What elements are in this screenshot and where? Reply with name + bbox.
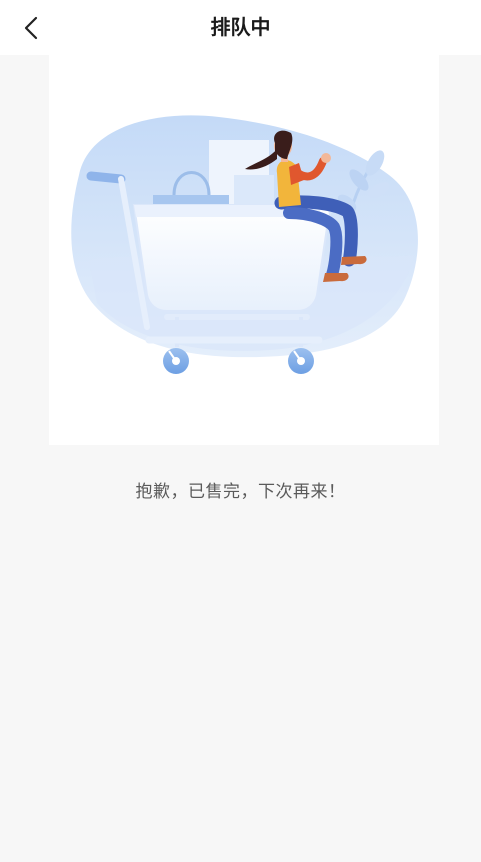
shopping-cart-illustration — [71, 115, 418, 374]
cart-basket — [132, 204, 331, 312]
sold-out-message: 抱歉，已售完，下次再来！ — [135, 482, 346, 502]
illustration-card — [49, 55, 439, 445]
navigation-bar: 排队中 — [0, 0, 481, 55]
page-title: 排队中 — [210, 15, 271, 39]
